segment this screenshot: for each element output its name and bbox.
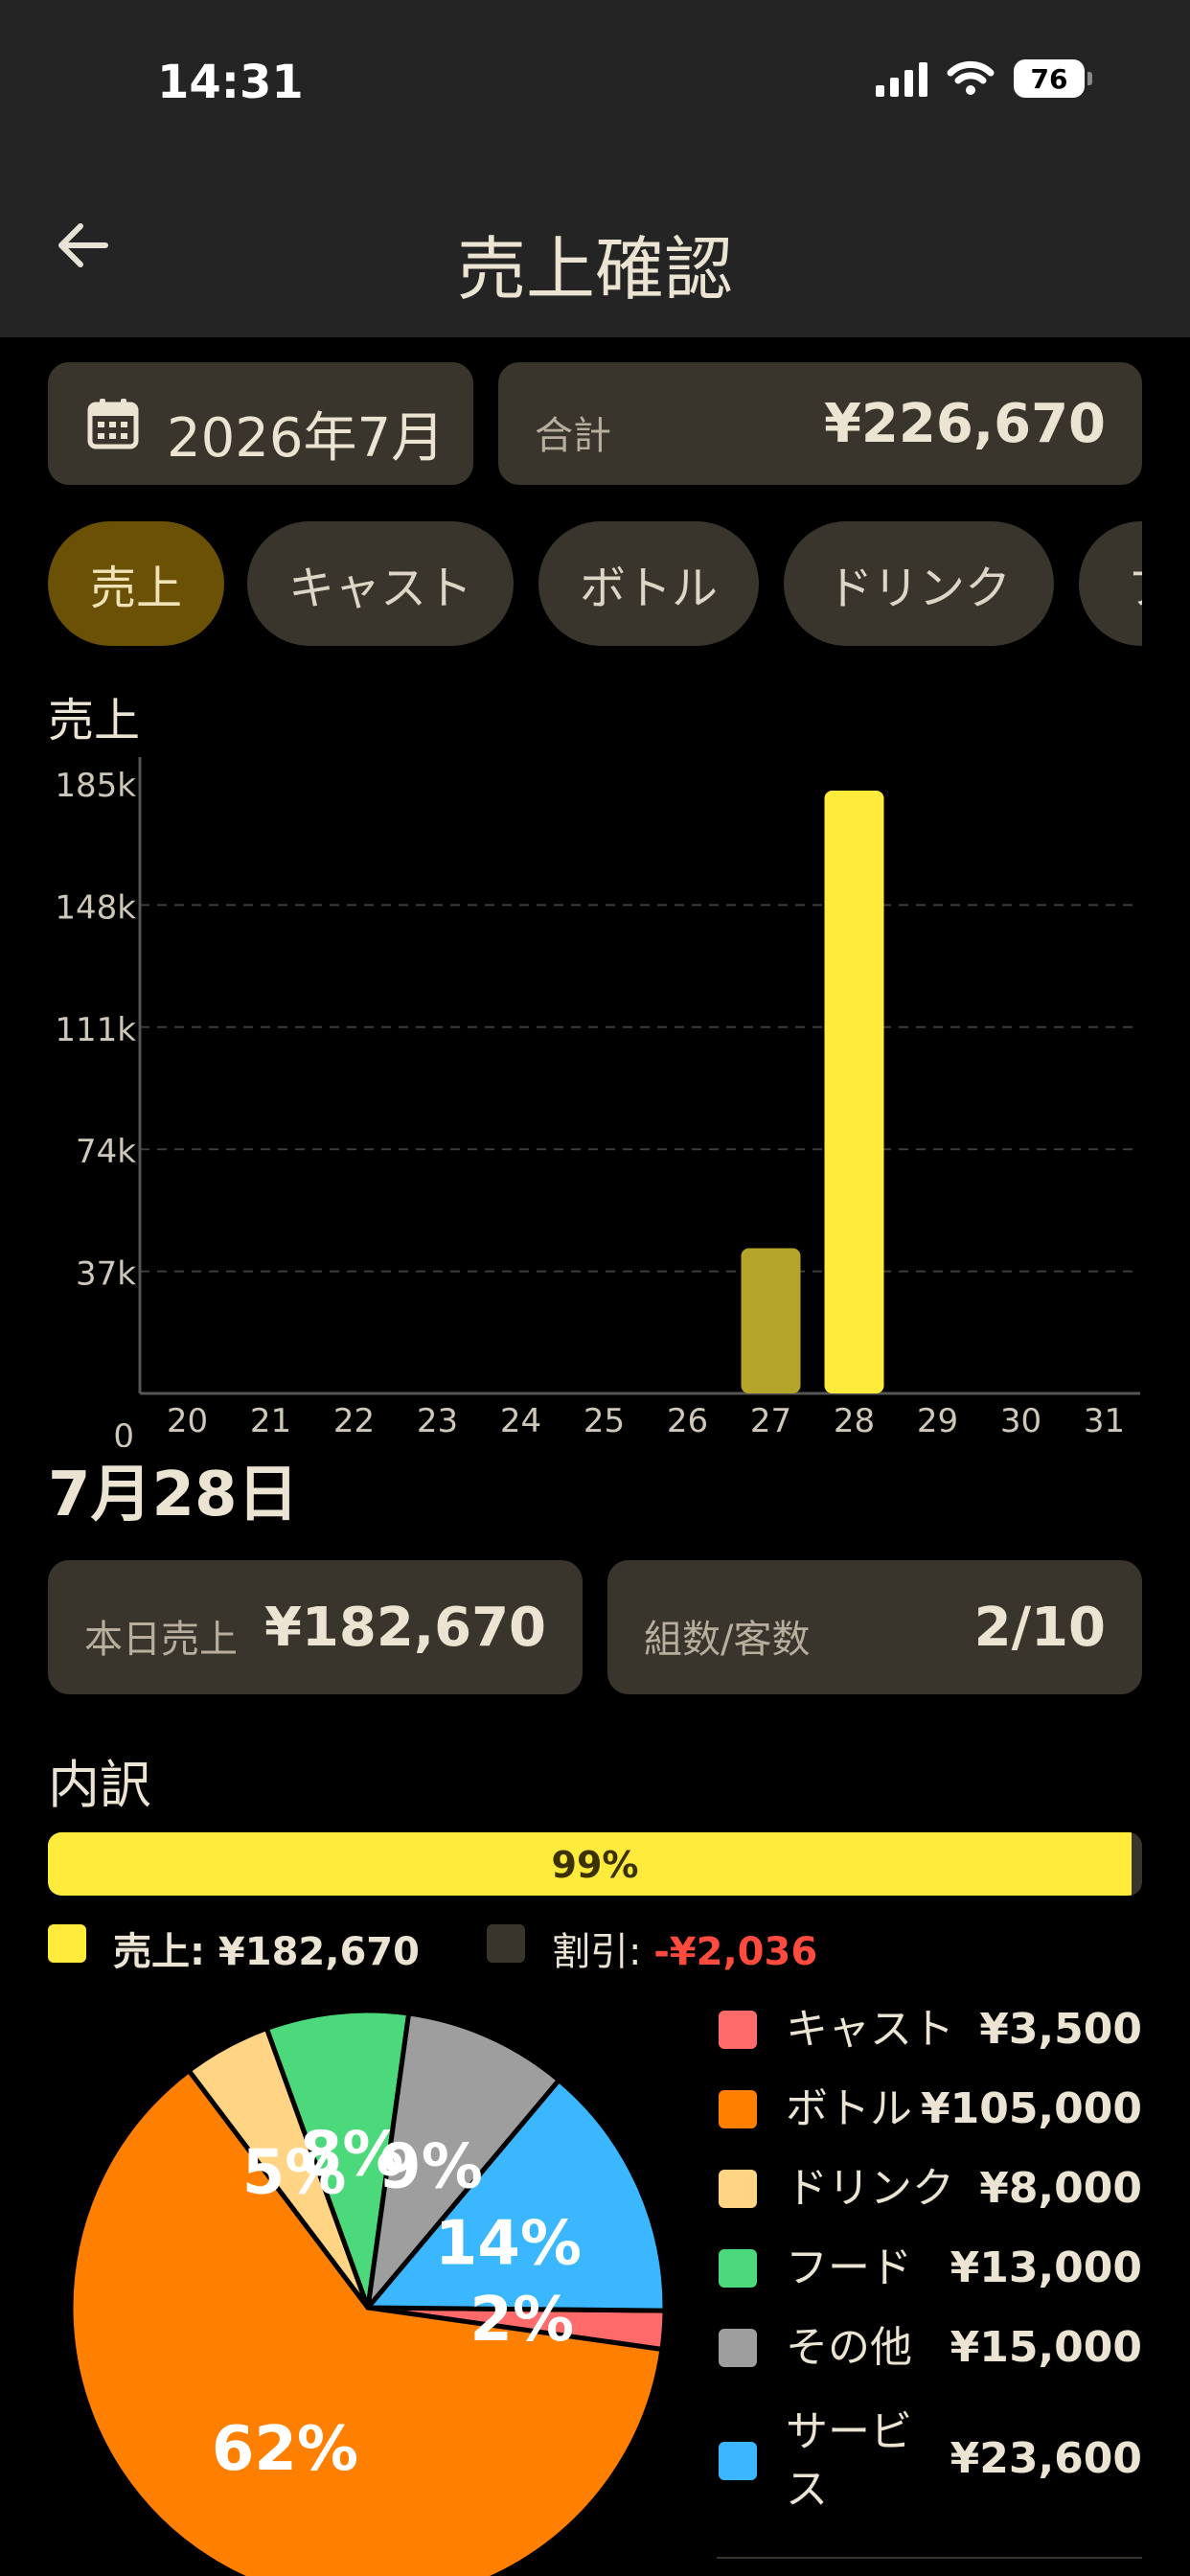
calendar-icon bbox=[87, 399, 139, 449]
legend-swatch bbox=[719, 2329, 757, 2367]
x-tick-label: 28 bbox=[834, 1402, 875, 1440]
day-sales-label: 本日売上 bbox=[84, 1618, 238, 1662]
pie-percent-label: 14% bbox=[435, 2209, 582, 2280]
legend-value: ¥8,000 bbox=[979, 2164, 1142, 2213]
legend-swatch bbox=[719, 2011, 757, 2049]
sales-bar-chart: 0 37k 74k 111k 148k 185k 20 21 22 23 24 25 26 27 28 29 3… bbox=[55, 757, 1140, 1447]
legend-value: ¥13,000 bbox=[950, 2243, 1142, 2292]
x-tick-label: 25 bbox=[584, 1402, 625, 1440]
cellular-signal-icon bbox=[876, 60, 927, 97]
discount-legend-label: 割引: -¥2,036 bbox=[552, 1920, 817, 1976]
selected-date-heading: 7月28日 bbox=[48, 1460, 299, 1530]
pie-legend-service: サービス ¥23,600 bbox=[717, 2398, 1142, 2518]
battery-level: 76 bbox=[1030, 62, 1068, 95]
y-tick-label: 37k bbox=[76, 1255, 136, 1294]
legend-name: ボトル bbox=[786, 2084, 912, 2133]
pie-legend-other: その他 ¥15,000 bbox=[717, 2313, 1142, 2380]
progress-label: 99% bbox=[551, 1844, 639, 1886]
x-tick-label: 27 bbox=[750, 1402, 791, 1440]
page-title: 売上確認 bbox=[456, 229, 733, 310]
month-label: 2026年7月 bbox=[167, 407, 446, 470]
groups-label: 組数/客数 bbox=[644, 1618, 811, 1662]
y-tick-label: 74k bbox=[76, 1133, 136, 1171]
breakdown-pie-chart: 2%62%5%8%9%14% bbox=[68, 2008, 668, 2576]
legend-name: その他 bbox=[786, 2323, 912, 2372]
wifi-icon bbox=[947, 60, 995, 95]
bar-28[interactable] bbox=[824, 791, 884, 1393]
y-tick-label: 185k bbox=[55, 767, 136, 805]
tab-drink[interactable]: ドリンク bbox=[784, 521, 1054, 646]
x-tick-label: 24 bbox=[500, 1402, 541, 1440]
tab-cast[interactable]: キャスト bbox=[247, 521, 514, 646]
x-tick-label: 30 bbox=[1000, 1402, 1041, 1440]
pie-legend-food: フード ¥13,000 bbox=[717, 2234, 1142, 2301]
y-tick-label: 148k bbox=[55, 888, 136, 927]
month-selector-button[interactable]: 2026年7月 bbox=[48, 362, 473, 485]
x-tick-label: 26 bbox=[667, 1402, 708, 1440]
legend-value: ¥3,500 bbox=[979, 2005, 1142, 2054]
legend-swatch bbox=[719, 2442, 757, 2480]
x-tick-label: 21 bbox=[250, 1402, 291, 1440]
pie-legend-cast: キャスト ¥3,500 bbox=[717, 1995, 1142, 2062]
top-bar: 14:31 76 売上確認 bbox=[0, 0, 1190, 337]
x-tick-label: 29 bbox=[917, 1402, 958, 1440]
legend-divider bbox=[717, 2557, 1142, 2559]
discount-legend-swatch bbox=[487, 1924, 525, 1963]
legend-value: ¥105,000 bbox=[920, 2084, 1142, 2133]
legend-name: ドリンク bbox=[786, 2164, 954, 2213]
sales-legend-label: 売上: ¥182,670 bbox=[113, 1930, 420, 1974]
pie-percent-label: 62% bbox=[212, 2414, 358, 2485]
category-tabs: 売上 キャスト ボトル ドリンク フ bbox=[48, 521, 1142, 646]
groups-card: 組数/客数 2/10 bbox=[607, 1560, 1142, 1694]
tab-food[interactable]: フ bbox=[1079, 521, 1142, 646]
legend-swatch bbox=[719, 2090, 757, 2128]
breakdown-heading: 内訳 bbox=[48, 1755, 151, 1815]
battery-icon: 76 bbox=[1014, 59, 1092, 98]
legend-swatch bbox=[719, 2249, 757, 2288]
discount-legend-value: -¥2,036 bbox=[653, 1930, 818, 1974]
y-tick-label: 0 bbox=[113, 1417, 134, 1447]
tab-sales[interactable]: 売上 bbox=[48, 521, 224, 646]
legend-name: フード bbox=[786, 2243, 912, 2292]
total-label: 合計 bbox=[535, 414, 611, 458]
x-tick-label: 22 bbox=[333, 1402, 375, 1440]
status-icons: 76 bbox=[876, 59, 1092, 98]
legend-value: ¥23,600 bbox=[950, 2434, 1142, 2483]
sales-legend-swatch bbox=[48, 1924, 86, 1963]
pie-legend-bottle: ボトル ¥105,000 bbox=[717, 2075, 1142, 2142]
x-tick-label: 20 bbox=[167, 1402, 208, 1440]
legend-swatch bbox=[719, 2170, 757, 2208]
total-value: ¥226,670 bbox=[823, 393, 1106, 455]
tab-bottle[interactable]: ボトル bbox=[538, 521, 759, 646]
y-tick-label: 111k bbox=[55, 1011, 136, 1049]
day-sales-card: 本日売上 ¥182,670 bbox=[48, 1560, 583, 1694]
groups-value: 2/10 bbox=[973, 1597, 1106, 1659]
pie-percent-label: 9% bbox=[378, 2132, 483, 2203]
pie-legend-drink: ドリンク ¥8,000 bbox=[717, 2154, 1142, 2221]
x-tick-label: 31 bbox=[1084, 1402, 1125, 1440]
legend-name: キャスト bbox=[786, 2005, 954, 2054]
total-card: 合計 ¥226,670 bbox=[498, 362, 1142, 485]
day-sales-value: ¥182,670 bbox=[263, 1597, 546, 1659]
legend-name: サービス bbox=[786, 2407, 912, 2514]
pie-percent-label: 2% bbox=[469, 2285, 574, 2356]
x-tick-label: 23 bbox=[417, 1402, 458, 1440]
breakdown-progress-bar: 99% bbox=[48, 1832, 1142, 1896]
discount-legend-prefix: 割引: bbox=[552, 1930, 654, 1974]
bar-27[interactable] bbox=[741, 1248, 801, 1393]
status-time: 14:31 bbox=[157, 56, 304, 109]
legend-value: ¥15,000 bbox=[950, 2323, 1142, 2372]
